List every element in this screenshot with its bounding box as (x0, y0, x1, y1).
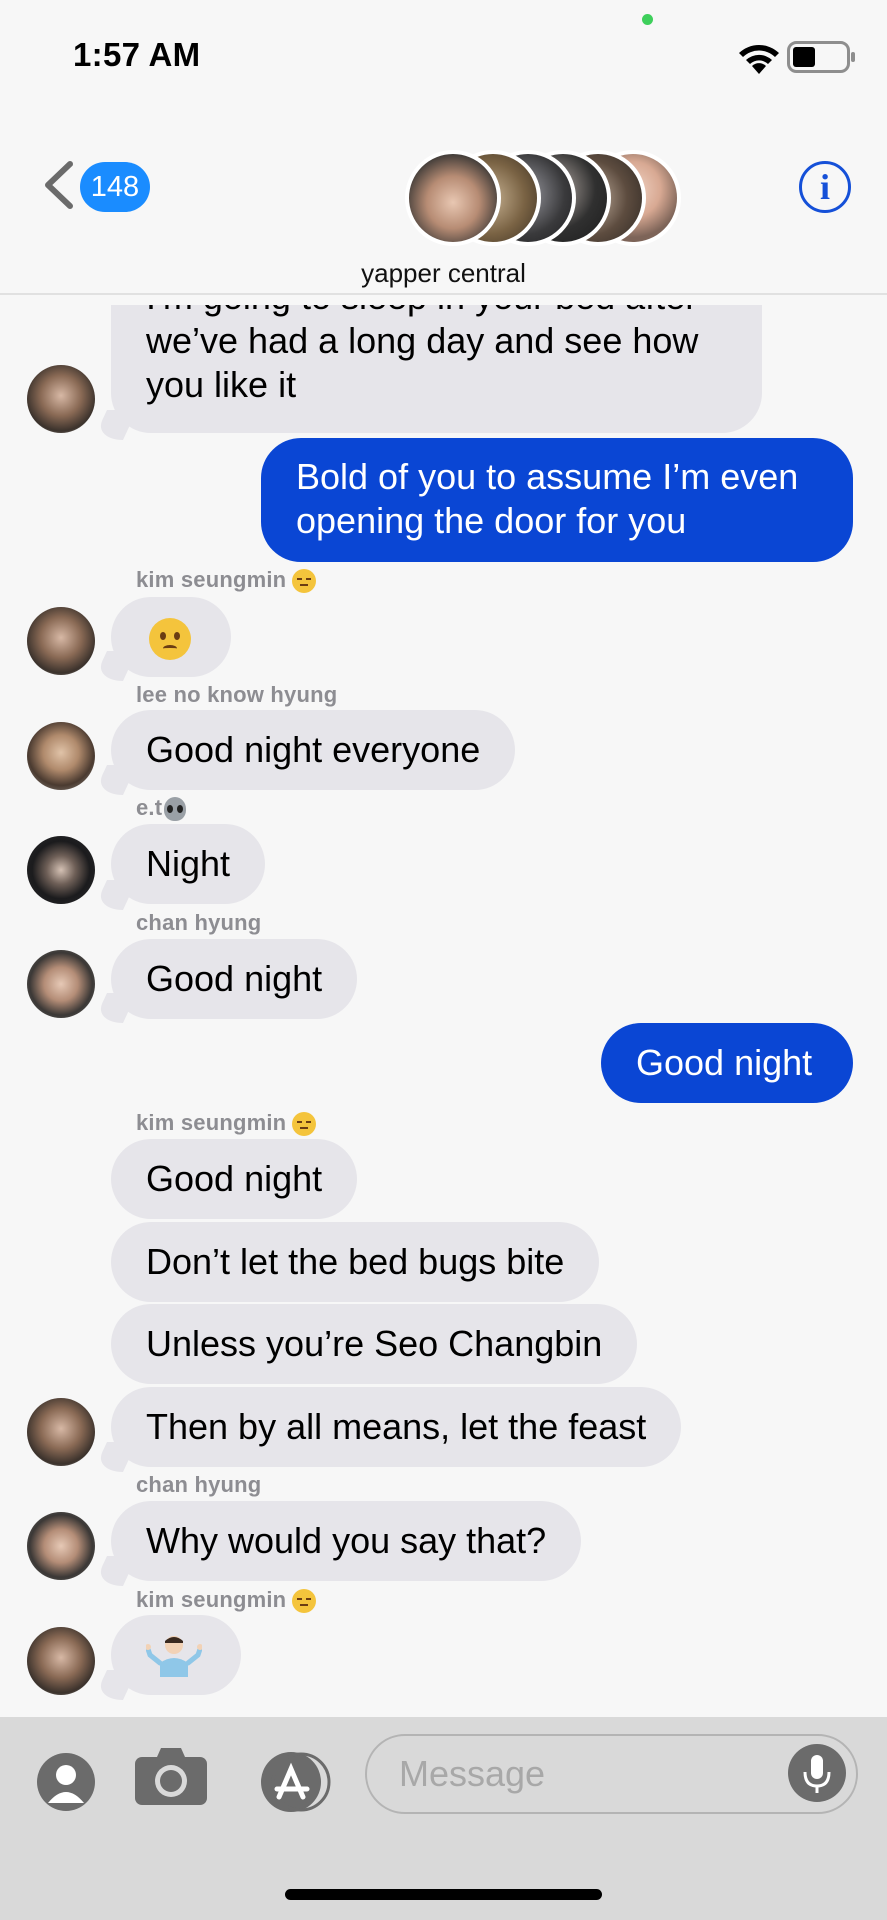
battery-icon (787, 41, 855, 73)
message-list[interactable]: I'm going to sleep in your bed after we’… (0, 305, 887, 1717)
status-bar: 1:57 AM (0, 0, 887, 100)
message-line: Bold of you to assume I’m even (296, 456, 799, 497)
sender-name: lee no know hyung (136, 682, 338, 707)
message-bubble[interactable]: Why would you say that? (111, 1501, 582, 1581)
avatar-lee-no-know-hyung[interactable] (27, 722, 95, 790)
unamused-face-icon (292, 1589, 317, 1614)
wifi-icon (739, 45, 779, 74)
avatar-kim-seungmin[interactable] (27, 1398, 95, 1466)
message-line: opening the door for you (296, 500, 687, 541)
alien-face-icon (164, 797, 187, 822)
member-avatar (405, 150, 501, 246)
message-bubble[interactable]: I'm going to sleep in your bed after we’… (111, 305, 762, 433)
avatar-kim-seungmin[interactable] (27, 1627, 95, 1695)
app-store-icon[interactable] (253, 1751, 333, 1813)
back-chevron-icon[interactable] (40, 160, 76, 210)
message-line: you like it (146, 364, 297, 405)
avatar-kim-seungmin[interactable] (27, 607, 95, 675)
message-bubble[interactable]: Good night (111, 939, 358, 1019)
unamused-face-icon (292, 1112, 317, 1137)
message-bubble[interactable]: Good night everyone (111, 710, 516, 790)
anguished-face-icon (149, 618, 191, 661)
camera-icon[interactable] (133, 1745, 209, 1807)
message-input[interactable]: Message (365, 1734, 858, 1814)
message-line: I'm going to sleep in your bed after (146, 305, 727, 319)
sender-name: chan hyung (136, 1472, 262, 1497)
message-line: we’ve had a long day and see how (146, 320, 699, 361)
sender-name: chan hyung (136, 910, 262, 935)
status-time: 1:57 AM (73, 36, 201, 73)
sender-name: kim seungmin (136, 1110, 317, 1137)
group-name[interactable]: yapper central (0, 258, 887, 289)
message-bubble[interactable]: Good night (111, 1139, 358, 1219)
info-icon[interactable]: i (799, 161, 851, 213)
sender-name: kim seungmin (136, 1587, 317, 1614)
unamused-face-icon (292, 569, 317, 594)
microphone-icon[interactable] (788, 1744, 846, 1802)
avatar-chan-hyung[interactable] (27, 950, 95, 1018)
avatar-e-t[interactable] (27, 836, 95, 904)
camera-in-use-indicator (642, 14, 653, 25)
message-bubble[interactable]: Then by all means, let the feast (111, 1387, 682, 1467)
message-bubble[interactable]: Don’t let the bed bugs bite (111, 1222, 600, 1302)
sender-name: kim seungmin (136, 567, 317, 594)
conversation-header: 148 i yapper central (0, 100, 887, 295)
message-bubble[interactable]: Night (111, 824, 266, 904)
avatar-kim-seungmin[interactable] (27, 365, 95, 433)
group-avatar-stack[interactable] (405, 150, 695, 250)
avatar-chan-hyung[interactable] (27, 1512, 95, 1580)
message-bubble[interactable]: Unless you’re Seo Changbin (111, 1304, 638, 1384)
person-shrugging-icon (145, 1636, 203, 1677)
unread-count-badge[interactable]: 148 (80, 162, 150, 212)
message-bubble[interactable]: Good night (601, 1023, 853, 1103)
contact-icon[interactable] (35, 1751, 97, 1813)
sender-name: e.t (136, 795, 187, 822)
home-indicator[interactable] (285, 1889, 602, 1900)
message-bubble[interactable]: Bold of you to assume I’m even opening t… (261, 438, 853, 562)
